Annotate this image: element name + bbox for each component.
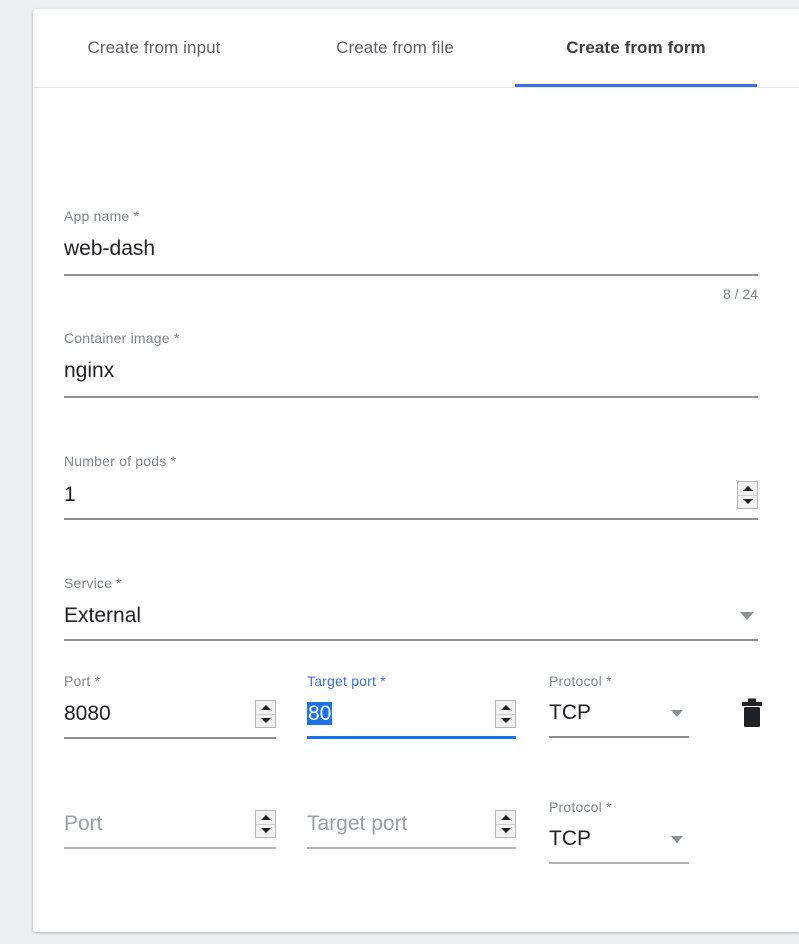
triangle-up-icon <box>500 704 511 710</box>
container-image-input[interactable]: nginx <box>64 358 758 384</box>
number-of-pods-stepper[interactable] <box>737 481 758 509</box>
delete-port-row-button[interactable] <box>739 698 765 728</box>
target-port-label-row-1: Target port * <box>307 673 386 689</box>
stepper-up-button[interactable] <box>256 701 275 715</box>
service-field[interactable]: Service * External <box>64 575 758 641</box>
port-label-row-1: Port * <box>64 673 101 689</box>
tab-create-from-form[interactable]: Create from form <box>515 9 757 87</box>
container-image-underline <box>64 396 758 398</box>
number-of-pods-underline <box>64 518 758 520</box>
app-name-underline <box>64 274 758 276</box>
target-port-stepper-row-2[interactable] <box>495 810 516 838</box>
protocol-label-row-1: Protocol * <box>549 673 612 689</box>
triangle-up-icon <box>500 814 511 820</box>
app-name-field[interactable]: App name * web-dash 8 / 24 <box>64 208 758 302</box>
port-field-row-1[interactable]: Port * 8080 <box>64 673 276 739</box>
stepper-up-button[interactable] <box>496 811 515 825</box>
target-port-selected-text: 80 <box>307 702 333 725</box>
tab-active-indicator <box>515 84 757 87</box>
target-port-underline-row-1 <box>307 736 516 739</box>
target-port-underline-row-2 <box>307 847 516 849</box>
create-from-form-card: Create from input Create from file Creat… <box>33 9 799 932</box>
port-underline-row-2 <box>64 847 276 849</box>
service-label: Service * <box>64 575 122 591</box>
chevron-down-icon[interactable] <box>671 835 683 843</box>
tab-label: Create from input <box>87 38 221 57</box>
tab-label: Create from file <box>336 38 454 57</box>
triangle-up-icon <box>260 814 271 820</box>
service-underline <box>64 639 758 641</box>
target-port-input-row-1[interactable]: 80 <box>307 701 333 727</box>
protocol-field-row-1[interactable]: Protocol * TCP <box>549 673 689 738</box>
stepper-up-button[interactable] <box>256 811 275 825</box>
protocol-select-value-row-1[interactable]: TCP <box>549 700 591 726</box>
stepper-down-button[interactable] <box>496 825 515 838</box>
app-name-character-counter: 8 / 24 <box>722 286 758 302</box>
number-of-pods-field[interactable]: Number of pods * 1 <box>64 453 758 520</box>
stepper-up-button[interactable] <box>496 701 515 715</box>
service-select-value[interactable]: External <box>64 603 141 629</box>
triangle-up-icon <box>260 704 271 710</box>
port-underline-row-1 <box>64 737 276 739</box>
app-name-input[interactable]: web-dash <box>64 236 758 262</box>
triangle-up-icon <box>742 485 753 491</box>
target-port-input-row-2[interactable]: Target port <box>307 811 407 837</box>
app-name-label: App name * <box>64 208 140 224</box>
protocol-underline-row-2 <box>549 862 689 864</box>
triangle-down-icon <box>500 828 511 834</box>
stepper-down-button[interactable] <box>256 715 275 728</box>
protocol-underline-row-1 <box>549 736 689 738</box>
target-port-stepper-row-1[interactable] <box>495 700 516 728</box>
chevron-down-icon[interactable] <box>671 709 683 717</box>
port-stepper-row-2[interactable] <box>255 810 276 838</box>
tab-bar: Create from input Create from file Creat… <box>33 9 799 88</box>
number-of-pods-label: Number of pods * <box>64 453 177 469</box>
stepper-down-button[interactable] <box>496 715 515 728</box>
stepper-down-button[interactable] <box>738 496 757 509</box>
port-field-row-2[interactable]: Port <box>64 799 276 849</box>
protocol-field-row-2[interactable]: Protocol * TCP <box>549 799 689 864</box>
target-port-field-row-1[interactable]: Target port * 80 <box>307 673 516 739</box>
protocol-select-value-row-2[interactable]: TCP <box>549 826 591 852</box>
triangle-down-icon <box>742 499 753 505</box>
port-stepper-row-1[interactable] <box>255 700 276 728</box>
triangle-down-icon <box>260 718 271 724</box>
tab-create-from-input[interactable]: Create from input <box>33 9 275 87</box>
stepper-up-button[interactable] <box>738 482 757 496</box>
stepper-down-button[interactable] <box>256 825 275 838</box>
container-image-label: Container image * <box>64 330 180 346</box>
port-input-row-2[interactable]: Port <box>64 811 103 837</box>
triangle-down-icon <box>260 828 271 834</box>
tab-label: Create from form <box>566 38 706 57</box>
port-input-row-1[interactable]: 8080 <box>64 701 111 727</box>
number-of-pods-input[interactable]: 1 <box>64 482 76 508</box>
tab-create-from-file[interactable]: Create from file <box>275 9 515 87</box>
protocol-label-row-2: Protocol * <box>549 799 612 815</box>
trash-icon <box>742 698 762 727</box>
chevron-down-icon[interactable] <box>740 612 754 620</box>
target-port-field-row-2[interactable]: Target port <box>307 799 516 849</box>
triangle-down-icon <box>500 718 511 724</box>
container-image-field[interactable]: Container image * nginx <box>64 330 758 398</box>
